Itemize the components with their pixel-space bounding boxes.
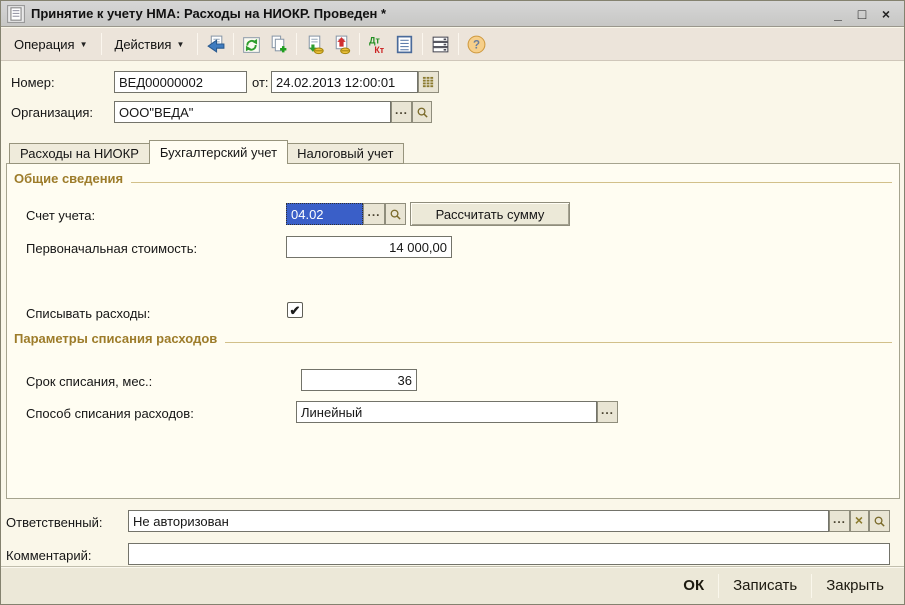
toolbar-separator	[422, 33, 424, 55]
date-label: от:	[252, 75, 269, 90]
responsible-open-button[interactable]	[869, 510, 890, 532]
unpost-document-button[interactable]	[328, 31, 355, 58]
toolbar-separator	[359, 33, 361, 55]
writeoff-method-label: Способ списания расходов:	[26, 406, 194, 421]
responsible-label: Ответственный:	[6, 515, 103, 530]
tab-tax[interactable]: Налоговый учет	[287, 143, 405, 164]
comment-input[interactable]	[128, 543, 890, 565]
chevron-down-icon: ▼	[176, 39, 185, 49]
window-title: Принятие к учету НМА: Расходы на НИОКР. …	[31, 6, 387, 21]
refresh-button[interactable]	[238, 31, 265, 58]
registers-button[interactable]	[427, 31, 454, 58]
close-form-button[interactable]: Закрыть	[812, 571, 898, 600]
organization-open-button[interactable]	[412, 101, 432, 123]
responsible-input[interactable]	[128, 510, 829, 532]
writeoff-term-label: Срок списания, мес.:	[26, 374, 153, 389]
close-button[interactable]: ×	[874, 3, 898, 25]
dtkt-button[interactable]: Дт Кт	[364, 31, 391, 58]
comment-label: Комментарий:	[6, 548, 92, 563]
svg-text:Кт: Кт	[375, 44, 385, 54]
number-label: Номер:	[11, 75, 55, 90]
initial-cost-label: Первоначальная стоимость:	[26, 241, 198, 256]
document-journal-icon	[397, 35, 413, 53]
copy-add-icon	[272, 35, 287, 52]
magnifier-icon	[390, 209, 401, 220]
chevron-down-icon: ▼	[79, 39, 88, 49]
ok-button[interactable]: ОК	[669, 571, 718, 600]
tab-accounting[interactable]: Бухгалтерский учет	[148, 140, 289, 164]
checkmark-icon: ✔	[289, 302, 301, 318]
document-journal-button[interactable]	[391, 31, 418, 58]
registers-icon	[433, 36, 449, 52]
post-document-button[interactable]	[301, 31, 328, 58]
account-input[interactable]: 04.02	[286, 203, 363, 225]
help-icon: ?	[467, 35, 486, 53]
toolbar-separator	[100, 33, 102, 55]
save-button[interactable]	[202, 31, 229, 58]
refresh-icon	[243, 36, 261, 53]
account-open-button[interactable]	[385, 203, 406, 225]
toolbar-separator	[296, 33, 298, 55]
number-input[interactable]	[114, 71, 247, 93]
calendar-icon	[422, 76, 434, 87]
responsible-select-button[interactable]: ...	[829, 510, 850, 532]
unpost-document-icon	[336, 35, 351, 54]
responsible-clear-button[interactable]: ×	[850, 510, 869, 532]
operation-menu-button[interactable]: Операция ▼	[5, 32, 97, 57]
maximize-button[interactable]: □	[850, 3, 874, 25]
group-rule	[131, 182, 892, 183]
tab-niokr-expenses[interactable]: Расходы на НИОКР	[9, 143, 150, 164]
toolbar-separator	[458, 33, 460, 55]
organization-input[interactable]	[114, 101, 391, 123]
bottom-button-bar: ОК Записать Закрыть	[1, 566, 904, 604]
post-document-icon	[309, 35, 325, 54]
document-window: Принятие к учету НМА: Расходы на НИОКР. …	[0, 0, 905, 605]
writeoff-method-select-button[interactable]: ...	[597, 401, 618, 423]
tab-strip: Расходы на НИОКР Бухгалтерский учет Нало…	[9, 140, 405, 164]
minimize-button[interactable]: _	[826, 3, 850, 25]
writeoff-expenses-checkbox[interactable]: ✔	[287, 302, 303, 318]
account-label: Счет учета:	[26, 208, 96, 223]
toolbar: Операция ▼ Действия ▼ Дт Кт ?	[1, 28, 904, 61]
toolbar-separator	[197, 33, 199, 55]
magnifier-icon	[874, 516, 885, 527]
help-button[interactable]: ?	[463, 31, 490, 58]
calendar-button[interactable]	[418, 71, 439, 93]
dt-kt-icon: ДтКт	[370, 35, 386, 54]
writeoff-term-input[interactable]	[301, 369, 417, 391]
actions-menu-button[interactable]: Действия ▼	[106, 32, 194, 57]
general-group-header: Общие сведения	[14, 171, 892, 186]
date-input[interactable]	[271, 71, 418, 93]
magnifier-icon	[417, 107, 428, 118]
document-icon	[7, 4, 25, 23]
initial-cost-input[interactable]	[286, 236, 452, 258]
params-group-header: Параметры списания расходов	[14, 331, 892, 346]
save-icon	[207, 35, 225, 53]
copy-button[interactable]	[265, 31, 292, 58]
group-rule	[225, 342, 892, 343]
calculate-amount-button[interactable]: Рассчитать сумму	[410, 202, 570, 226]
write-button[interactable]: Записать	[719, 571, 811, 600]
writeoff-method-input[interactable]	[296, 401, 597, 423]
toolbar-separator	[233, 33, 235, 55]
organization-label: Организация:	[11, 105, 94, 120]
account-select-button[interactable]: ...	[363, 203, 385, 225]
writeoff-expenses-label: Списывать расходы:	[26, 306, 151, 321]
organization-select-button[interactable]: ...	[391, 101, 412, 123]
title-bar: Принятие к учету НМА: Расходы на НИОКР. …	[1, 1, 904, 27]
svg-text:?: ?	[473, 39, 480, 51]
